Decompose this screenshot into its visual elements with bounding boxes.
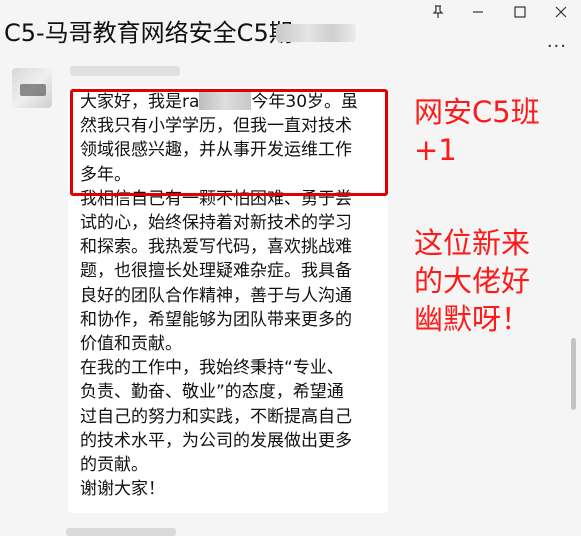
message-line: 然我只有小学学历，但我一直对技术 bbox=[80, 116, 352, 137]
annotation-humor-comment: 这位新来 的大佬好 幽默呀！ bbox=[414, 226, 531, 336]
message-line: 的技术水平，为公司的发展做出更多 bbox=[80, 430, 352, 451]
more-options-button[interactable]: ··· bbox=[547, 36, 567, 57]
next-sender-redacted bbox=[66, 528, 176, 536]
scrollbar-track[interactable] bbox=[566, 56, 581, 536]
message-line: 多年。 bbox=[80, 164, 131, 185]
message-line: 和协作，希望能够为团队带来更多的 bbox=[80, 309, 352, 330]
message-line: 大家好，我是ra 今年30岁。虽 bbox=[80, 92, 359, 112]
chat-panel: 大家好，我是ra 今年30岁。虽 然我只有小学学历，但我一直对技术 领域很感兴趣，… bbox=[0, 56, 566, 536]
minimize-icon[interactable] bbox=[466, 2, 490, 22]
title-redacted-area bbox=[276, 24, 356, 42]
name-redaction bbox=[199, 92, 252, 110]
message-line: 谢谢大家！ bbox=[80, 479, 165, 500]
annotation-class-plus-one: 网安C5班 +1 bbox=[414, 95, 540, 167]
close-icon[interactable] bbox=[549, 2, 573, 22]
scrollbar-thumb[interactable] bbox=[571, 338, 576, 410]
message-line: 领域很感兴趣，并从事开发运维工作 bbox=[80, 140, 352, 161]
avatar-redaction bbox=[20, 84, 46, 96]
message-line: 良好的团队合作精神，善于与人沟通 bbox=[80, 285, 352, 306]
message-line: 价值和贡献。 bbox=[80, 334, 182, 355]
message-line: 题，也很擅长处理疑难杂症。我具备 bbox=[80, 261, 352, 282]
message-line: 和探索。我热爱写代码，喜欢挑战难 bbox=[80, 237, 352, 258]
message-line: 在我的工作中，我始终秉持“专业、 bbox=[80, 358, 344, 379]
message-line: 负责、勤奋、敬业”的态度，希望通 bbox=[80, 382, 344, 403]
sender-name-redacted bbox=[70, 66, 180, 76]
maximize-icon[interactable] bbox=[508, 2, 532, 22]
chat-title: C5-马哥教育网络安全C5期 bbox=[4, 19, 293, 47]
message-line: 试的心，始终保持着对新技术的学习 bbox=[80, 213, 352, 234]
pin-icon[interactable] bbox=[426, 2, 450, 22]
message-line: 的贡献。 bbox=[80, 455, 148, 476]
title-bar: C5-马哥教育网络安全C5期 ··· bbox=[0, 0, 581, 57]
message-text: 大家好，我是ra 今年30岁。虽 然我只有小学学历，但我一直对技术 领域很感兴趣，… bbox=[80, 90, 380, 501]
message-line: 过自己的努力和实践，不断提高自己 bbox=[80, 406, 352, 427]
message-line: 我相信自己有一颗不怕困难、勇于尝 bbox=[80, 188, 352, 209]
